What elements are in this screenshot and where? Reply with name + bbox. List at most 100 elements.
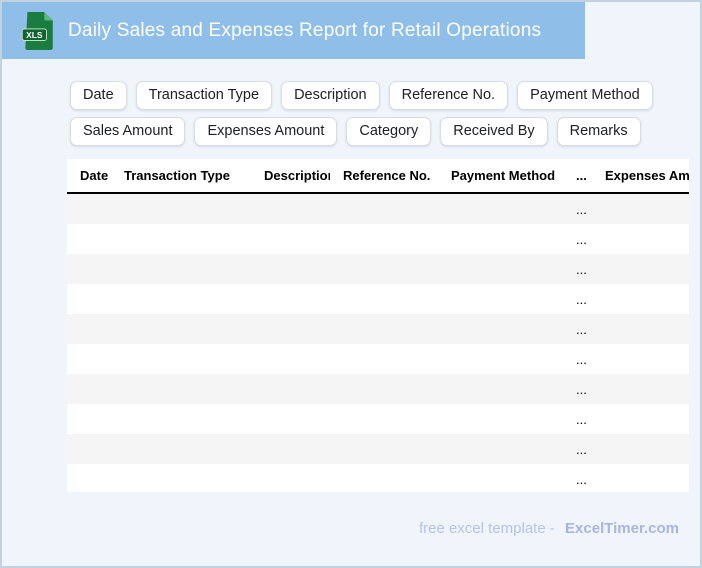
page: { "header": { "title": "Daily Sales and … [0,0,702,568]
table-cell [592,224,689,254]
table-cell [111,404,251,434]
table-cell [251,374,330,404]
table-cell [438,374,563,404]
footer: free excel template - ExcelTimer.com [419,520,679,537]
table-row: ... [67,464,689,492]
column-header: Description [251,159,330,194]
table-cell [330,193,438,224]
footer-brand-link[interactable]: ExcelTimer.com [565,520,679,537]
table-cell [251,314,330,344]
table-cell: ... [576,231,587,247]
table-cell: ... [576,261,587,277]
field-chip[interactable]: Payment Method [517,81,653,110]
table-cell [330,464,438,492]
field-chip[interactable]: Reference No. [388,81,509,110]
table-cell [592,404,689,434]
table-cell [330,434,438,464]
table-cell [251,344,330,374]
table-cell [67,314,111,344]
table-cell [111,193,251,224]
table-cell [592,374,689,404]
column-header: Expenses Amount [592,159,689,194]
table-row: ... [67,404,689,434]
table-cell [438,224,563,254]
field-chip[interactable]: Date [70,81,127,110]
table-cell [592,193,689,224]
table-cell [111,314,251,344]
page-title: Daily Sales and Expenses Report for Reta… [68,19,542,41]
table-cell [438,193,563,224]
table-row: ... [67,374,689,404]
table-row: ... [67,254,689,284]
table-cell: ... [576,471,587,487]
table-cell [251,434,330,464]
table-cell [438,344,563,374]
table-row: ... [67,344,689,374]
table-cell [592,284,689,314]
table-row: ... [67,314,689,344]
table-cell [251,404,330,434]
column-header: Reference No. [330,159,438,194]
table-cell: ... [576,351,587,367]
field-chip[interactable]: Received By [440,117,548,146]
table-cell [111,434,251,464]
table-cell [592,254,689,284]
table-cell [330,284,438,314]
field-chip[interactable]: Transaction Type [135,81,273,110]
table-cell [67,254,111,284]
table-cell [251,193,330,224]
table-cell [67,224,111,254]
field-chip[interactable]: Remarks [556,117,641,146]
table-cell [111,464,251,492]
table-cell [111,284,251,314]
table-cell [592,314,689,344]
table-cell [330,314,438,344]
table-cell [251,464,330,492]
table-cell [67,344,111,374]
table-cell [251,254,330,284]
table-cell: ... [576,291,587,307]
column-header: Date [67,159,111,194]
table-cell [438,464,563,492]
table-cell [330,344,438,374]
xls-icon-label: XLS [26,29,43,39]
table-cell [330,224,438,254]
table-cell [111,374,251,404]
table-cell [67,374,111,404]
table-cell [67,193,111,224]
table-cell [592,434,689,464]
table-cell: ... [576,411,587,427]
field-chip[interactable]: Sales Amount [70,117,186,146]
table-cell [67,434,111,464]
table-row: ... [67,434,689,464]
table-cell [67,464,111,492]
field-chip[interactable]: Expenses Amount [194,117,338,146]
xls-file-icon: XLS [21,11,53,50]
table-body: .............................. [67,193,689,492]
footer-text: free excel template - [418,520,555,537]
table-cell: ... [576,381,587,397]
field-chip[interactable]: Category [346,117,432,146]
table-cell [438,404,563,434]
column-header: Payment Method [438,159,563,194]
chip-row: Sales Amount Expenses Amount Category Recei… [70,117,653,146]
table-cell: ... [576,321,587,337]
table-cell [330,404,438,434]
table-cell [111,254,251,284]
column-header: Transaction Type [111,159,251,194]
table-cell [438,254,563,284]
chip-row: Date Transaction Type Description Reference… [70,81,653,110]
field-chips: Date Transaction Type Description Reference… [70,81,653,153]
table-cell: ... [576,201,587,217]
table-cell [251,224,330,254]
report-table: Date Transaction Type Description Reference… [67,159,689,492]
table-cell [330,254,438,284]
table-cell [330,374,438,404]
table-cell [438,434,563,464]
field-chip[interactable]: Description [281,81,380,110]
column-header: ... [563,159,592,194]
table-cell [251,284,330,314]
table-cell [438,284,563,314]
title-bar: XLS Daily Sales and Expenses Report for … [2,2,585,59]
table-cell [592,464,689,492]
